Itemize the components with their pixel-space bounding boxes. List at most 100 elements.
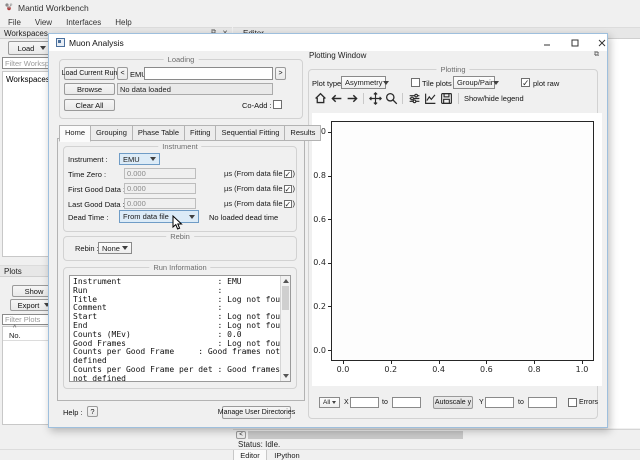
y-from-input[interactable] bbox=[485, 397, 514, 408]
x-tick bbox=[486, 361, 488, 364]
tab-results[interactable]: Results bbox=[284, 125, 322, 141]
scroll-down-icon[interactable] bbox=[283, 374, 289, 378]
scroll-up-icon[interactable] bbox=[283, 279, 289, 283]
errors-checkbox[interactable] bbox=[568, 398, 577, 407]
coadd-checkbox[interactable] bbox=[273, 100, 282, 109]
hscrollbar-thumb[interactable] bbox=[248, 431, 463, 439]
back-icon[interactable] bbox=[329, 92, 343, 106]
tab-grouping[interactable]: Grouping bbox=[90, 125, 133, 141]
menu-help[interactable]: Help bbox=[115, 18, 131, 27]
chevron-down-icon bbox=[40, 46, 47, 50]
menu-view[interactable]: View bbox=[35, 18, 52, 27]
dead-time-status: No loaded dead time bbox=[209, 213, 279, 222]
statusbar: Status: Idle. bbox=[0, 439, 640, 449]
tile-plots-checkbox[interactable] bbox=[411, 78, 420, 87]
x-tick bbox=[534, 361, 536, 364]
loading-group-title: Loading bbox=[163, 55, 199, 64]
row-label: Time Zero : bbox=[68, 170, 107, 179]
manage-user-directories-button[interactable]: Manage User Directories bbox=[218, 406, 295, 419]
x-to-input[interactable] bbox=[392, 397, 421, 408]
tab-home[interactable]: Home bbox=[59, 125, 92, 142]
errors-label: Errors bbox=[579, 399, 599, 406]
plotting-window-titlebar[interactable]: Plotting Window ⧉ bbox=[305, 47, 603, 63]
from-data-file-checkbox[interactable]: ✓ bbox=[283, 184, 292, 193]
y-tick-label: 0.4 bbox=[313, 258, 326, 268]
tab-sequential-fitting[interactable]: Sequential Fitting bbox=[215, 125, 286, 141]
instrument-combo[interactable]: EMU bbox=[119, 153, 160, 165]
toolbar-separator bbox=[458, 93, 459, 104]
customize-plot-icon[interactable] bbox=[423, 92, 437, 106]
workspaces-tree-root[interactable]: Workspaces bbox=[6, 75, 50, 84]
pan-icon[interactable] bbox=[368, 92, 382, 106]
float-icon[interactable]: ⧉ bbox=[594, 51, 599, 59]
save-icon[interactable] bbox=[439, 92, 453, 106]
plot-canvas[interactable]: 0.00.20.40.60.81.00.00.20.40.60.81.0 bbox=[312, 113, 602, 386]
group-selector-combo[interactable]: All bbox=[319, 397, 340, 408]
x-tick bbox=[342, 361, 344, 364]
editor-hscrollbar[interactable]: < bbox=[233, 429, 640, 439]
tab-fitting[interactable]: Fitting bbox=[184, 125, 217, 141]
forward-icon[interactable] bbox=[345, 92, 359, 106]
dead-time-label: Dead Time : bbox=[68, 213, 109, 222]
muon-tab-bar: Home Grouping Phase Table Fitting Sequential… bbox=[59, 125, 322, 142]
chevron-down-icon bbox=[493, 80, 500, 85]
plot-raw-checkbox[interactable]: ✓ bbox=[521, 78, 530, 88]
plot-axes[interactable] bbox=[331, 121, 594, 361]
plot-toolbar: Show/hide legend bbox=[313, 91, 593, 106]
mantid-logo-icon bbox=[4, 2, 14, 14]
y-tick-label: 0.2 bbox=[313, 301, 326, 311]
chevron-down-icon bbox=[332, 401, 336, 404]
from-data-file-checkbox[interactable]: ✓ bbox=[283, 169, 292, 178]
load-current-run-button[interactable]: Load Current Run bbox=[62, 67, 117, 80]
from-data-file-checkbox[interactable]: ✓ bbox=[283, 199, 292, 208]
x-to-label: to bbox=[382, 399, 388, 406]
toolbar-separator bbox=[402, 93, 403, 104]
vscrollbar-thumb[interactable] bbox=[282, 286, 289, 310]
x-tick-label: 0.6 bbox=[480, 365, 493, 374]
y-tick bbox=[328, 262, 331, 264]
scroll-left-button[interactable]: < bbox=[236, 431, 246, 439]
browse-button[interactable]: Browse bbox=[64, 83, 115, 95]
toolbar-separator bbox=[363, 93, 364, 104]
plot-type-combo[interactable]: Asymmetry bbox=[341, 76, 389, 89]
menu-interfaces[interactable]: Interfaces bbox=[66, 18, 101, 27]
workspaces-dock-title: Workspaces bbox=[4, 28, 48, 38]
run-info-text: Instrument : EMU Run : Title : Log not f… bbox=[73, 277, 290, 383]
menu-file[interactable]: File bbox=[8, 18, 21, 27]
run-number-input[interactable] bbox=[144, 67, 273, 80]
bottom-tabbar: Editor IPython bbox=[0, 449, 640, 460]
y-tick-label: 0.0 bbox=[313, 345, 326, 355]
bottom-tab-ipython[interactable]: IPython bbox=[267, 450, 307, 460]
clear-all-button[interactable]: Clear All bbox=[64, 99, 115, 111]
y-tick bbox=[328, 219, 331, 221]
zoom-icon[interactable] bbox=[384, 92, 398, 106]
y-to-input[interactable] bbox=[528, 397, 557, 408]
plotting-window-title: Plotting Window bbox=[309, 51, 367, 60]
x-tick-label: 0.4 bbox=[432, 365, 445, 374]
muon-dialog: Muon Analysis Loading Load Current Run <… bbox=[48, 33, 608, 428]
subplots-icon[interactable] bbox=[407, 92, 421, 106]
tile-by-combo[interactable]: Group/Pair bbox=[453, 76, 500, 89]
show-hide-legend-button[interactable]: Show/hide legend bbox=[464, 94, 524, 103]
help-button[interactable]: ? bbox=[87, 406, 98, 417]
tab-phase-table[interactable]: Phase Table bbox=[131, 125, 186, 141]
previous-run-button[interactable]: < bbox=[117, 67, 128, 80]
row-value-field: 0.000 bbox=[124, 183, 196, 194]
x-from-input[interactable] bbox=[350, 397, 379, 408]
plots-col-no[interactable]: No. bbox=[9, 331, 21, 340]
run-info-scrollbar[interactable] bbox=[280, 276, 290, 381]
next-run-button[interactable]: > bbox=[275, 67, 286, 80]
x-tick-label: 0.2 bbox=[384, 365, 398, 374]
y-tick bbox=[328, 175, 331, 177]
rebin-combo[interactable]: None bbox=[98, 242, 132, 254]
muon-dialog-icon bbox=[56, 38, 65, 49]
x-tick-label: 0.0 bbox=[336, 365, 350, 374]
dead-time-combo[interactable]: From data file bbox=[119, 210, 199, 223]
chevron-down-icon bbox=[150, 157, 156, 161]
row-value-field: 0.000 bbox=[124, 198, 196, 209]
plot-raw-label: plot raw bbox=[533, 79, 560, 88]
bottom-tab-editor[interactable]: Editor bbox=[233, 450, 267, 460]
home-icon[interactable] bbox=[313, 92, 327, 106]
status-text: Status: Idle. bbox=[238, 440, 281, 449]
autoscale-y-button[interactable]: Autoscale y bbox=[433, 396, 473, 409]
